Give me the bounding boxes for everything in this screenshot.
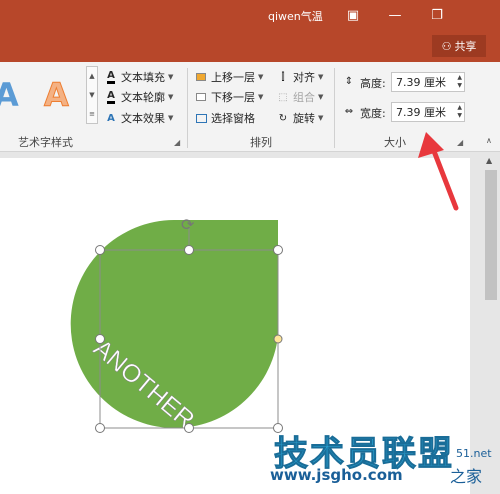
text-fill-button[interactable]: A 文本填充 ▼ — [104, 68, 173, 86]
watermark-side: 之家 — [450, 467, 483, 486]
share-label: 共享 — [454, 40, 477, 53]
vertical-scrollbar[interactable]: ▲ — [482, 152, 500, 494]
resize-handle[interactable] — [184, 423, 194, 433]
minimize-icon[interactable]: — — [380, 4, 410, 26]
size-group-label: 大小 — [384, 136, 406, 149]
rotate-handle-icon[interactable]: ⟳ — [181, 215, 195, 234]
resize-handle[interactable] — [273, 245, 283, 255]
scrollbar-thumb[interactable] — [485, 170, 497, 300]
height-value: 7.39 厘米 — [396, 76, 446, 89]
wordart-sample-orange[interactable]: A — [44, 76, 70, 115]
window-title: qiwen气温 — [268, 10, 323, 23]
width-spin-arrows[interactable]: ▲ ▼ — [457, 104, 462, 120]
wordart-dialog-launcher-icon[interactable]: ◢ — [174, 138, 180, 147]
collapse-ribbon-icon[interactable]: ∧ — [486, 136, 492, 145]
wordart-styles-group-label: 艺术字样式 — [18, 136, 73, 149]
text-effects-icon: A — [107, 112, 115, 124]
scroll-up-icon[interactable]: ▲ — [89, 72, 94, 80]
bring-forward-icon — [194, 70, 208, 84]
person-icon: ⚇ — [441, 39, 452, 53]
height-spinner[interactable]: 7.39 厘米 ▲ ▼ — [391, 72, 465, 92]
group-divider — [334, 68, 335, 148]
align-icon: ⫿ — [281, 71, 285, 83]
restore-icon[interactable]: ❐ — [422, 4, 452, 26]
title-bar: qiwen气温 ▣ — ❐ ⚇ 共享 — [0, 0, 500, 62]
resize-handle[interactable] — [95, 245, 105, 255]
rotate-button[interactable]: ↻ 旋转 ▼ — [276, 109, 324, 127]
width-icon: ⇔ — [344, 105, 354, 117]
watermark-small: 51.net — [456, 447, 492, 460]
send-backward-icon — [194, 90, 208, 104]
group-button[interactable]: ⬚ 组合 ▼ — [276, 88, 323, 106]
height-spin-arrows[interactable]: ▲ ▼ — [457, 74, 462, 90]
width-label: 宽度: — [360, 107, 386, 120]
width-spinner[interactable]: 7.39 厘米 ▲ ▼ — [391, 102, 465, 122]
annotation-arrow — [418, 132, 459, 211]
resize-handle[interactable] — [95, 423, 105, 433]
scroll-up-icon[interactable]: ▲ — [486, 156, 492, 165]
align-button[interactable]: ⫿ 对齐 ▼ — [276, 68, 323, 86]
watermark-url: www.jsgho.com — [270, 466, 403, 484]
selection-pane-button[interactable]: 选择窗格 — [194, 109, 255, 127]
rotate-icon: ↻ — [278, 112, 288, 124]
arrange-group-label: 排列 — [250, 136, 272, 149]
resize-handle[interactable] — [184, 245, 194, 255]
text-fill-icon: A — [104, 70, 118, 84]
height-label: 高度: — [360, 77, 386, 90]
group-divider — [187, 68, 188, 148]
text-outline-button[interactable]: A 文本轮廓 ▼ — [104, 88, 173, 106]
bring-forward-button[interactable]: 上移一层 ▼ — [194, 68, 263, 86]
height-icon: ⇕ — [344, 75, 354, 87]
gallery-expand-icon[interactable]: ≡ — [89, 110, 95, 118]
text-outline-icon: A — [104, 90, 118, 104]
width-value: 7.39 厘米 — [396, 106, 446, 119]
send-backward-button[interactable]: 下移一层 ▼ — [194, 88, 263, 106]
share-button[interactable]: ⚇ 共享 — [432, 35, 486, 57]
adjust-handle[interactable] — [273, 334, 283, 344]
wordart-sample-blue[interactable]: A — [0, 76, 19, 114]
text-effects-button[interactable]: A 文本效果 ▼ — [104, 109, 173, 127]
gallery-scroll[interactable]: ▲ ▼ ≡ — [86, 66, 98, 124]
scroll-down-icon[interactable]: ▼ — [89, 91, 94, 99]
resize-handle[interactable] — [95, 334, 105, 344]
ribbon-display-options-icon[interactable]: ▣ — [338, 4, 368, 26]
wordart-gallery[interactable]: A A — [0, 66, 84, 126]
group-icon: ⬚ — [278, 91, 288, 103]
selection-pane-icon — [194, 111, 208, 125]
